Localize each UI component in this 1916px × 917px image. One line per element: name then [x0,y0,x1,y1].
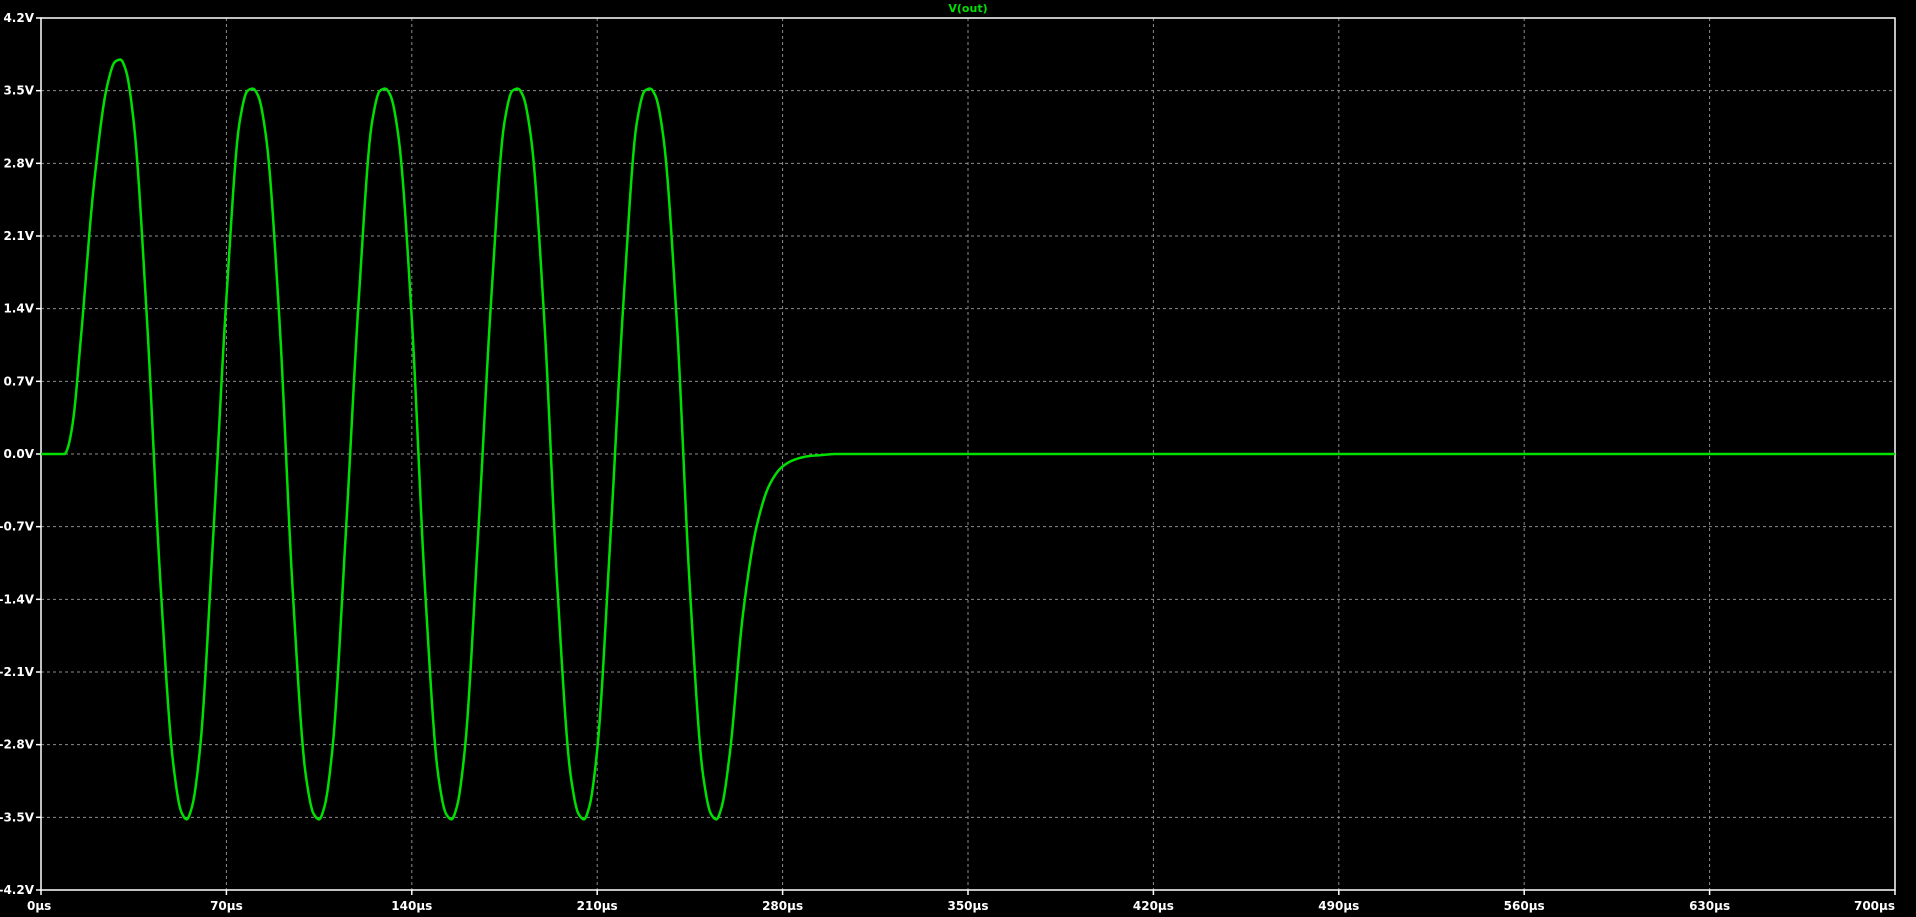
x-tick-label: 630µs [1689,899,1730,913]
x-tick-label: 140µs [391,899,432,913]
x-tick-label: 420µs [1133,899,1174,913]
y-tick-label: 2.1V [3,229,34,243]
trace-title[interactable]: V(out) [948,2,987,15]
x-tick-label: 0µs [27,899,51,913]
x-tick-label: 350µs [947,899,988,913]
y-tick-label: 0.7V [3,374,34,388]
x-tick-label: 210µs [577,899,618,913]
y-tick-label: -3.5V [0,810,35,824]
y-tick-label: 1.4V [3,302,34,316]
y-tick-label: 3.5V [3,84,34,98]
y-tick-label: -1.4V [0,592,35,606]
waveform-plot[interactable]: 0µs 70µs 140µs 210µs 280µs 350µs 420µs 490µs 560… [0,0,1916,917]
x-tick-label: 700µs [1854,899,1895,913]
x-tick-label: 70µs [210,899,243,913]
y-tick-label: 2.8V [3,156,34,170]
y-tick-label: -2.8V [0,738,35,752]
y-tick-label: 0.0V [3,447,34,461]
x-tick-label: 490µs [1318,899,1359,913]
x-tick-label: 560µs [1504,899,1545,913]
y-tick-label: -4.2V [0,883,35,897]
y-tick-label: 4.2V [3,11,34,25]
y-tick-label: -2.1V [0,665,35,679]
y-tick-label: -0.7V [0,520,35,534]
x-tick-label: 280µs [762,899,803,913]
